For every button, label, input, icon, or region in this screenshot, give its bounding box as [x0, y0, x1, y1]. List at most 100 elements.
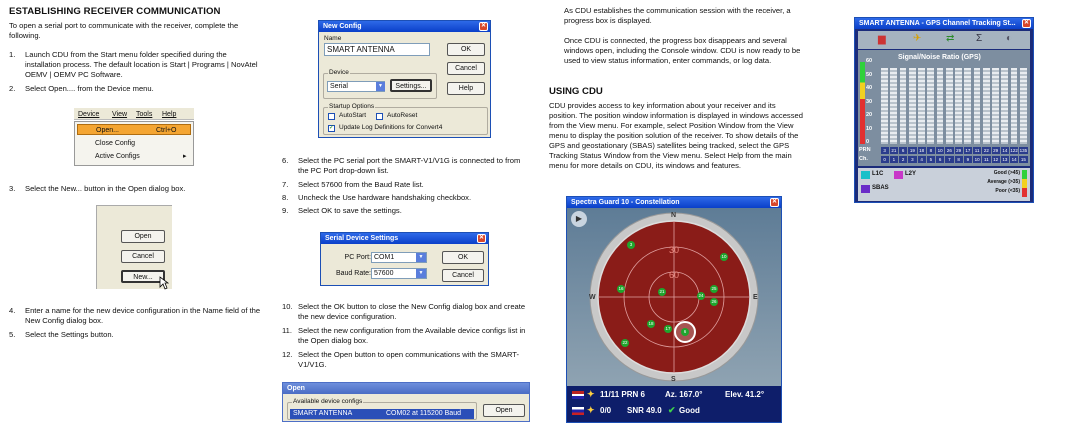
- autostart-checkbox[interactable]: [328, 113, 335, 120]
- snr-bar: [881, 68, 888, 144]
- satellite-marker[interactable]: 10: [720, 253, 728, 261]
- satellite-marker[interactable]: 17: [664, 325, 672, 333]
- new-config-dialog: New Config ✕ Name SMART ANTENNA OK Cance…: [318, 20, 491, 138]
- legend-swatch-l1c: [861, 171, 870, 179]
- config-list-item[interactable]: SMART ANTENNA COM02 at 115200 Baud: [290, 409, 474, 419]
- device-menu-screenshot: Device View Tools Help Open... Ctrl+O Cl…: [74, 108, 194, 166]
- step-number: 1.: [9, 50, 16, 59]
- azimuth-value: Az. 167.0°: [665, 390, 703, 399]
- open-dialog-screenshot: Open Cancel New...: [96, 205, 172, 290]
- satellite-marker[interactable]: 21: [658, 288, 666, 296]
- cancel-button[interactable]: Cancel: [121, 250, 165, 263]
- prn-cell: 122: [1010, 147, 1019, 154]
- update-log-checkbox[interactable]: ✓: [328, 125, 335, 132]
- status-panel: ✦ 11/11 PRN 6 Az. 167.0° Elev. 41.2° ✦ 0…: [567, 386, 781, 422]
- prn-cell: 19: [908, 147, 917, 154]
- satellite-marker[interactable]: 24: [697, 292, 705, 300]
- cancel-button[interactable]: Cancel: [447, 62, 485, 75]
- legend-swatch-sbas: [861, 185, 870, 193]
- config-name: SMART ANTENNA: [293, 410, 353, 417]
- menu-device[interactable]: Device: [78, 110, 99, 119]
- compass-s: S: [671, 376, 676, 383]
- prn-cell: 21: [889, 147, 898, 154]
- device-group: Device Serial ▼ Settings...: [323, 69, 437, 99]
- close-icon[interactable]: ✕: [477, 234, 486, 243]
- config-port: COM02 at 115200 Baud: [386, 410, 461, 417]
- constellation-window: Spectra Guard 10 - Constellation ✕ ▶ N E…: [566, 196, 782, 423]
- step-number: 4.: [9, 306, 16, 315]
- open-button[interactable]: Open: [483, 404, 525, 417]
- prn-cell: 14: [1000, 147, 1009, 154]
- ru-flag-icon: [572, 407, 584, 415]
- y-tick-label: 20: [866, 112, 873, 118]
- channel-cell: 4: [917, 156, 926, 163]
- name-field[interactable]: SMART ANTENNA: [324, 43, 430, 56]
- legend-swatch-l2y: [894, 171, 903, 179]
- channel-cell: 11: [982, 156, 991, 163]
- dialog-titlebar: New Config ✕: [319, 21, 490, 32]
- step-10: 10. Select the OK button to close the Ne…: [282, 302, 532, 324]
- paragraph-2: Once CDU is connected, the progress box …: [564, 36, 801, 66]
- y-tick-label: 30: [866, 98, 873, 105]
- satellite-marker[interactable]: 26: [710, 298, 718, 306]
- channel-cell: 8: [954, 156, 963, 163]
- chevron-down-icon[interactable]: ▼: [376, 82, 385, 91]
- satellite-marker[interactable]: 25: [710, 285, 718, 293]
- satellite-marker[interactable]: 3: [627, 241, 635, 249]
- bar-chart-icon[interactable]: ▆: [878, 33, 886, 46]
- snr-bar: [908, 68, 916, 144]
- menu-item-active-configs[interactable]: Active Configs ▸: [77, 151, 191, 162]
- compass-w: W: [589, 294, 596, 301]
- settings-button[interactable]: Settings...: [390, 79, 432, 92]
- open-button[interactable]: Open: [121, 230, 165, 243]
- dish-icon[interactable]: ◐: [1006, 32, 1012, 45]
- chevron-down-icon[interactable]: ▼: [416, 269, 426, 278]
- step-number: 9.: [282, 206, 289, 215]
- snr-bar: [899, 68, 907, 144]
- channel-cell: 0: [880, 156, 889, 163]
- y-axis-ticks: 60 50 40 30 20 10 0: [866, 58, 880, 148]
- step-text: Select Open.... from the Device menu.: [25, 84, 154, 93]
- snr-bar: [955, 68, 962, 144]
- step-number: 2.: [9, 84, 16, 93]
- sigma-icon[interactable]: Σ: [976, 32, 982, 45]
- satellite-marker[interactable]: 16: [617, 285, 625, 293]
- channel-cell: 12: [991, 156, 1000, 163]
- prn-cell: 10: [936, 147, 945, 154]
- close-icon[interactable]: ✕: [770, 198, 779, 207]
- serial-device-settings-dialog: Serial Device Settings ✕ PC Port: COM1 ▼…: [320, 232, 489, 286]
- ok-button[interactable]: OK: [442, 251, 484, 264]
- close-icon[interactable]: ✕: [1022, 19, 1031, 28]
- snr-bar: [936, 68, 944, 144]
- ring-label-60: 60: [669, 270, 680, 280]
- step-5: 5. Select the Settings button.: [9, 330, 265, 340]
- close-icon[interactable]: ✕: [479, 22, 488, 31]
- satellite-marker-selected[interactable]: 6: [681, 328, 689, 336]
- tracking-toolbar: ▆ ✈ ⇄ Σ ◐: [858, 31, 1030, 49]
- satellite-icon[interactable]: ✈: [913, 32, 921, 45]
- menu-item-open[interactable]: Open... Ctrl+O: [77, 124, 191, 135]
- step-6: 6. Select the PC serial port the SMART-V…: [282, 156, 532, 178]
- step-number: 12.: [282, 350, 293, 359]
- cancel-button[interactable]: Cancel: [442, 269, 484, 282]
- y-tick-label: 10: [866, 125, 873, 132]
- step-text: Select the Settings button.: [25, 330, 114, 339]
- intro-text: To open a serial port to communicate wit…: [9, 21, 239, 41]
- cursor-icon: [159, 276, 169, 290]
- transfer-icon[interactable]: ⇄: [946, 32, 954, 45]
- play-icon[interactable]: ▶: [571, 211, 587, 227]
- chevron-down-icon[interactable]: ▼: [416, 253, 426, 262]
- check-icon: ✔: [668, 405, 676, 415]
- autoreset-checkbox[interactable]: [376, 113, 383, 120]
- help-button[interactable]: Help: [447, 82, 485, 95]
- menu-view[interactable]: View: [112, 110, 127, 119]
- satellite-marker[interactable]: 18: [647, 320, 655, 328]
- prn-cell: 6: [899, 147, 908, 154]
- window-titlebar: SMART ANTENNA - GPS Channel Tracking St.…: [855, 18, 1033, 29]
- legend-sbas: SBAS: [872, 185, 889, 191]
- menu-item-close-config[interactable]: Close Config: [77, 138, 191, 149]
- satellite-marker[interactable]: 22: [621, 339, 629, 347]
- ok-button[interactable]: OK: [447, 43, 485, 56]
- menu-tools[interactable]: Tools: [136, 110, 152, 119]
- menu-help[interactable]: Help: [162, 110, 176, 119]
